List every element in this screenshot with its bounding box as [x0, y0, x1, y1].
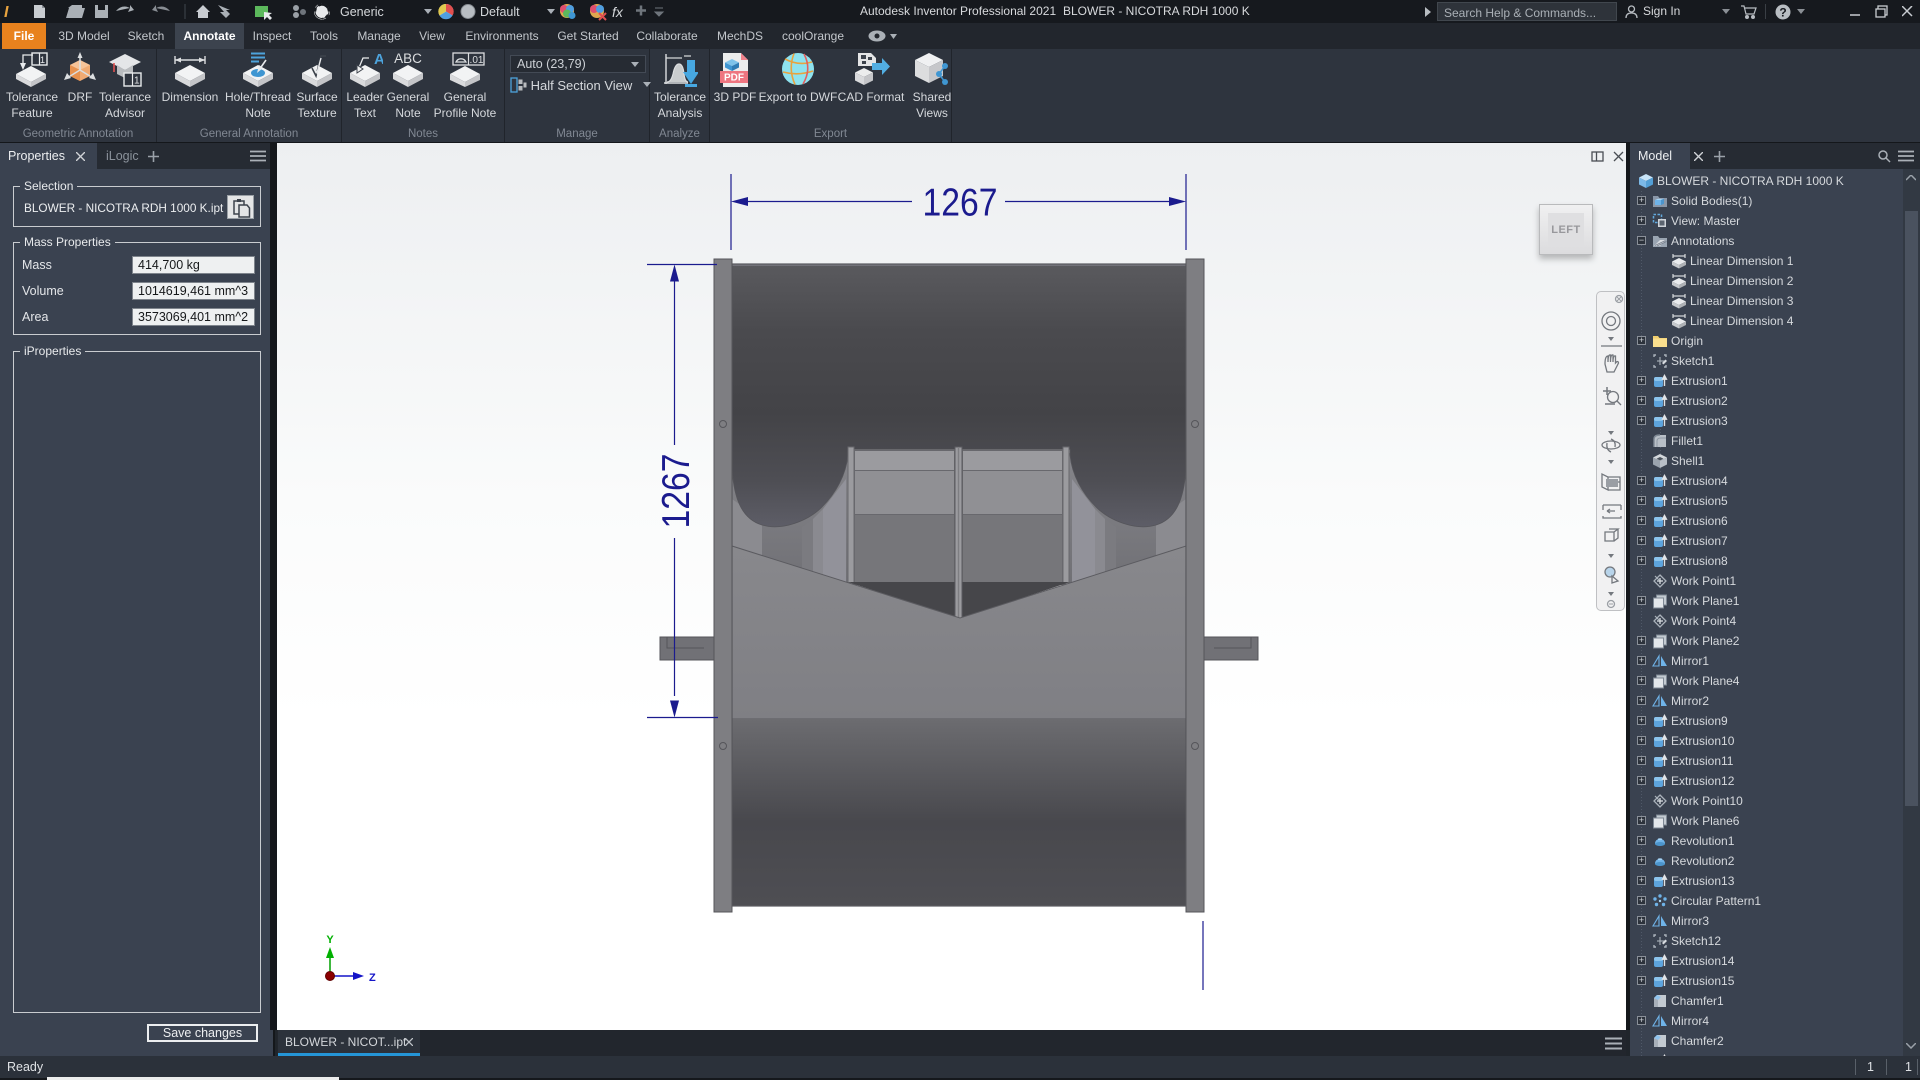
svg-text:?: ? — [1779, 6, 1786, 20]
svg-text:1: 1 — [134, 76, 140, 87]
svg-text:ABC: ABC — [394, 52, 422, 66]
svg-text:Default: Default — [480, 5, 520, 19]
svg-text:PDF: PDF — [724, 73, 744, 84]
svg-text:Z: Z — [369, 972, 376, 984]
svg-text:Generic: Generic — [340, 5, 384, 19]
svg-text:1267: 1267 — [655, 454, 698, 529]
svg-text:A: A — [374, 52, 383, 68]
svg-text:fx: fx — [612, 4, 624, 20]
svg-text:I: I — [4, 4, 9, 21]
svg-text:1267: 1267 — [923, 182, 998, 225]
svg-text:.01: .01 — [470, 55, 484, 66]
svg-text:1: 1 — [40, 55, 45, 65]
svg-text:Y: Y — [326, 934, 334, 946]
